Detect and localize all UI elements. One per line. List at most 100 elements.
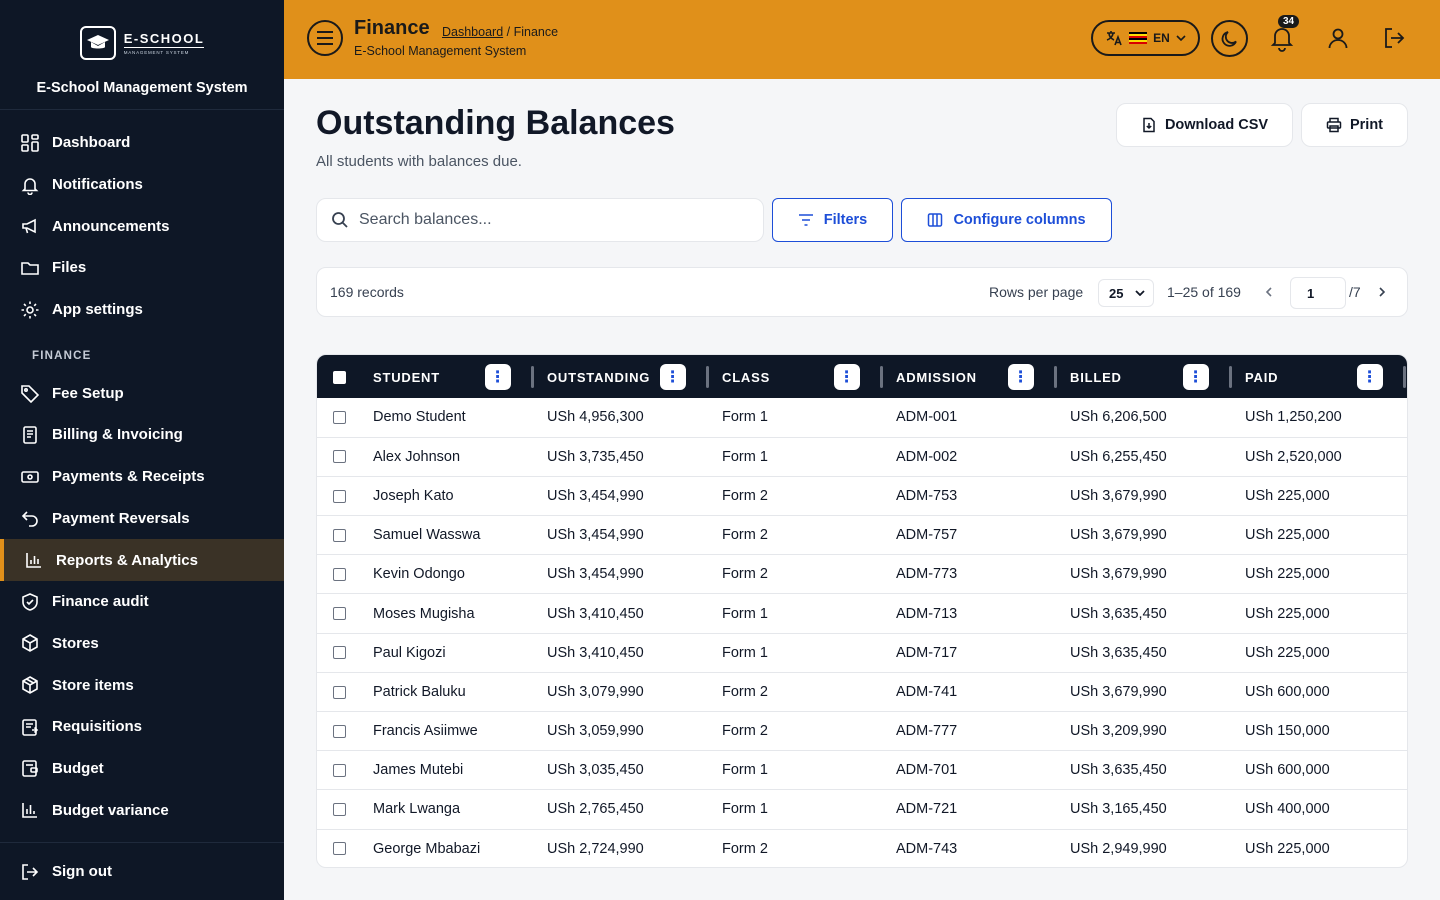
language-code: EN xyxy=(1153,31,1170,45)
column-header-admission[interactable]: ADMISSION ⋮ xyxy=(886,355,1060,398)
search-input[interactable] xyxy=(359,211,739,229)
table-row[interactable]: James Mutebi USh 3,035,450 Form 1 ADM-701 US… xyxy=(317,751,1407,790)
row-checkbox[interactable] xyxy=(333,646,346,660)
configure-columns-label: Configure columns xyxy=(953,212,1086,228)
sidebar-item-label: Billing & Invoicing xyxy=(52,426,183,444)
table-row[interactable]: Joseph Kato USh 3,454,990 Form 2 ADM-753 USh… xyxy=(317,476,1407,516)
sidebar-item-stores[interactable]: Stores xyxy=(0,623,284,665)
column-menu-icon[interactable]: ⋮ xyxy=(1183,364,1209,390)
notifications-bell-icon[interactable] xyxy=(1269,24,1295,52)
page-number-input[interactable]: 1 xyxy=(1290,277,1346,309)
logo[interactable]: E-SCHOOL MANAGEMENT SYSTEM xyxy=(79,26,205,60)
sidebar-item-app-settings[interactable]: App settings xyxy=(0,289,284,331)
sidebar-item-label: Payments & Receipts xyxy=(52,468,205,486)
row-checkbox[interactable] xyxy=(333,803,346,817)
language-selector[interactable]: EN xyxy=(1091,20,1200,56)
sidebar-item-fee-setup[interactable]: Fee Setup xyxy=(0,372,284,414)
column-menu-icon[interactable]: ⋮ xyxy=(1357,364,1383,390)
column-resize-handle[interactable] xyxy=(531,366,534,388)
student-cell: Patrick Baluku xyxy=(373,683,466,700)
sidebar-item-requisitions[interactable]: Requisitions xyxy=(0,706,284,748)
sidebar-item-budget-variance[interactable]: Budget variance xyxy=(0,789,284,831)
download-csv-button[interactable]: Download CSV xyxy=(1116,103,1293,147)
row-checkbox[interactable] xyxy=(333,763,346,777)
menu-toggle-button[interactable] xyxy=(307,20,343,56)
column-resize-handle[interactable] xyxy=(1229,366,1232,388)
column-menu-icon[interactable]: ⋮ xyxy=(485,364,511,390)
sign-out-button[interactable]: Sign out xyxy=(0,842,284,900)
sidebar-item-reports[interactable]: Reports & Analytics xyxy=(0,539,284,581)
class-cell: Form 1 xyxy=(722,409,768,426)
table-row[interactable]: Patrick Baluku USh 3,079,990 Form 2 ADM-741… xyxy=(317,672,1407,712)
table-row[interactable]: Demo Student USh 4,956,300 Form 1 ADM-001 US… xyxy=(317,398,1407,438)
sidebar-item-payments[interactable]: Payments & Receipts xyxy=(0,456,284,498)
student-cell: Francis Asiimwe xyxy=(373,723,478,740)
column-menu-icon[interactable]: ⋮ xyxy=(834,364,860,390)
previous-page-icon[interactable] xyxy=(1262,283,1276,301)
row-checkbox[interactable] xyxy=(333,607,346,621)
column-menu-icon[interactable]: ⋮ xyxy=(1008,364,1034,390)
column-resize-handle[interactable] xyxy=(1054,366,1057,388)
table-row[interactable]: Mark Lwanga USh 2,765,450 Form 1 ADM-721 USh… xyxy=(317,790,1407,830)
print-button[interactable]: Print xyxy=(1301,103,1408,147)
row-select-cell xyxy=(317,516,363,555)
column-header-outstanding[interactable]: OUTSTANDING ⋮ xyxy=(537,355,712,398)
column-header-class[interactable]: CLASS ⋮ xyxy=(712,355,886,398)
paid-cell: USh 2,520,000 xyxy=(1245,448,1342,465)
table-row[interactable]: Moses Mugisha USh 3,410,450 Form 1 ADM-713 U… xyxy=(317,594,1407,634)
row-checkbox[interactable] xyxy=(333,489,346,503)
column-header-paid[interactable]: PAID ⋮ xyxy=(1235,355,1407,398)
row-checkbox[interactable] xyxy=(333,685,346,699)
column-resize-handle[interactable] xyxy=(880,366,883,388)
table-row[interactable]: George Mbabazi USh 2,724,990 Form 2 ADM-743… xyxy=(317,829,1407,867)
column-header-billed[interactable]: BILLED ⋮ xyxy=(1060,355,1235,398)
column-resize-handle[interactable] xyxy=(706,366,709,388)
configure-columns-button[interactable]: Configure columns xyxy=(901,198,1112,242)
table-row[interactable]: Alex Johnson USh 3,735,450 Form 1 ADM-002 US… xyxy=(317,437,1407,477)
sidebar-item-payment-reversals[interactable]: Payment Reversals xyxy=(0,498,284,540)
row-select-cell xyxy=(317,751,363,790)
sidebar-item-announcements[interactable]: Announcements xyxy=(0,205,284,247)
sidebar-item-billing[interactable]: Billing & Invoicing xyxy=(0,414,284,456)
paid-cell: USh 600,000 xyxy=(1245,683,1330,700)
sidebar-item-dashboard[interactable]: Dashboard xyxy=(0,122,284,164)
sidebar-item-budget[interactable]: Budget xyxy=(0,748,284,790)
rows-per-page-select[interactable]: 25 xyxy=(1098,279,1154,307)
filters-button[interactable]: Filters xyxy=(772,198,893,242)
column-menu-icon[interactable]: ⋮ xyxy=(660,364,686,390)
logout-icon[interactable] xyxy=(1382,26,1406,50)
theme-toggle-button[interactable] xyxy=(1211,20,1248,57)
sidebar-item-label: Budget xyxy=(52,759,104,777)
column-resize-handle[interactable] xyxy=(1403,366,1406,388)
package-icon xyxy=(22,676,38,695)
row-checkbox[interactable] xyxy=(333,724,346,738)
sidebar-item-files[interactable]: Files xyxy=(0,247,284,289)
class-cell: Form 2 xyxy=(722,840,768,857)
row-checkbox[interactable] xyxy=(333,842,346,856)
outstanding-cell: USh 3,410,450 xyxy=(547,605,644,622)
next-page-icon[interactable] xyxy=(1375,283,1389,301)
student-cell: Mark Lwanga xyxy=(373,801,461,818)
sidebar-nav: Dashboard Notifications Announcements Fi… xyxy=(0,110,284,831)
class-cell: Form 1 xyxy=(722,448,768,465)
row-checkbox[interactable] xyxy=(333,528,346,542)
user-profile-icon[interactable] xyxy=(1326,26,1350,50)
select-all-checkbox[interactable] xyxy=(333,371,346,385)
student-cell: Joseph Kato xyxy=(373,487,454,504)
table-row[interactable]: Samuel Wasswa USh 3,454,990 Form 2 ADM-757 U… xyxy=(317,516,1407,555)
outstanding-cell: USh 3,454,990 xyxy=(547,566,644,583)
sidebar-item-finance-audit[interactable]: Finance audit xyxy=(0,581,284,623)
table-row[interactable]: Paul Kigozi USh 3,410,450 Form 1 ADM-717 USh… xyxy=(317,633,1407,673)
sidebar-item-notifications[interactable]: Notifications xyxy=(0,164,284,206)
sidebar-item-store-items[interactable]: Store items xyxy=(0,664,284,706)
column-header-student[interactable]: STUDENT ⋮ xyxy=(363,355,537,398)
row-checkbox[interactable] xyxy=(333,568,346,582)
table-row[interactable]: Francis Asiimwe USh 3,059,990 Form 2 ADM-77… xyxy=(317,712,1407,751)
breadcrumb-dashboard-link[interactable]: Dashboard xyxy=(442,25,503,39)
cash-icon xyxy=(21,470,39,483)
row-checkbox[interactable] xyxy=(333,450,346,464)
outstanding-cell: USh 3,059,990 xyxy=(547,723,644,740)
table-row[interactable]: Kevin Odongo USh 3,454,990 Form 2 ADM-773 US… xyxy=(317,555,1407,594)
row-checkbox[interactable] xyxy=(333,411,346,425)
student-cell: Alex Johnson xyxy=(373,448,461,465)
